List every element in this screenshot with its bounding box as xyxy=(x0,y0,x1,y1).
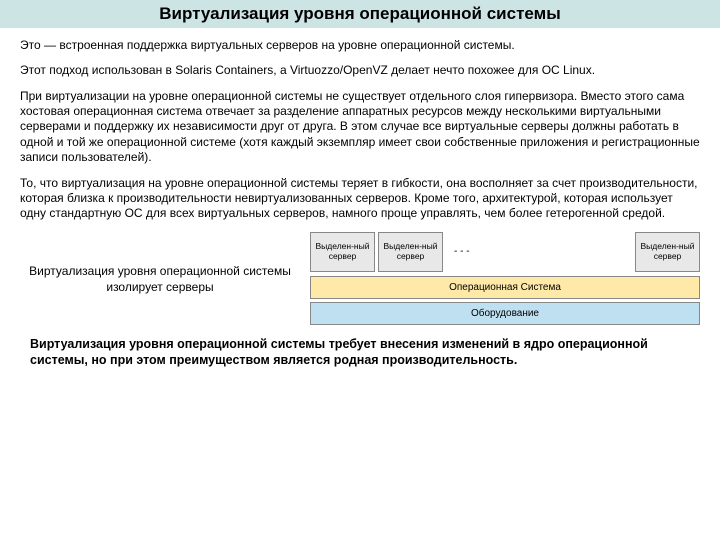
paragraph-1: Это — встроенная поддержка виртуальных с… xyxy=(20,38,700,53)
paragraph-3: При виртуализации на уровне операционной… xyxy=(20,89,700,166)
dedicated-server-box-n: Выделен-ный сервер xyxy=(635,232,700,272)
ellipsis: - - - xyxy=(446,246,478,257)
dedicated-server-box-1: Выделен-ный сервер xyxy=(310,232,375,272)
dedicated-server-box-2: Выделен-ный сервер xyxy=(378,232,443,272)
hardware-layer-box: Оборудование xyxy=(310,302,700,325)
diagram-row: Виртуализация уровня операционной систем… xyxy=(0,232,720,328)
diagram-caption: Виртуализация уровня операционной систем… xyxy=(20,264,310,295)
caption-line-1: Виртуализация уровня операционной систем… xyxy=(29,264,291,278)
paragraph-2: Этот подход использован в Solaris Contai… xyxy=(20,63,700,78)
server-row: Выделен-ный сервер Выделен-ный сервер - … xyxy=(310,232,700,272)
body-text: Это — встроенная поддержка виртуальных с… xyxy=(0,28,720,222)
conclusion-text: Виртуализация уровня операционной систем… xyxy=(0,328,720,369)
paragraph-4: То, что виртуализация на уровне операцио… xyxy=(20,176,700,222)
caption-line-2: изолирует серверы xyxy=(106,280,213,294)
architecture-diagram: Выделен-ный сервер Выделен-ный сервер - … xyxy=(310,232,700,328)
os-layer-box: Операционная Система xyxy=(310,276,700,299)
slide-title: Виртуализация уровня операционной систем… xyxy=(0,0,720,28)
